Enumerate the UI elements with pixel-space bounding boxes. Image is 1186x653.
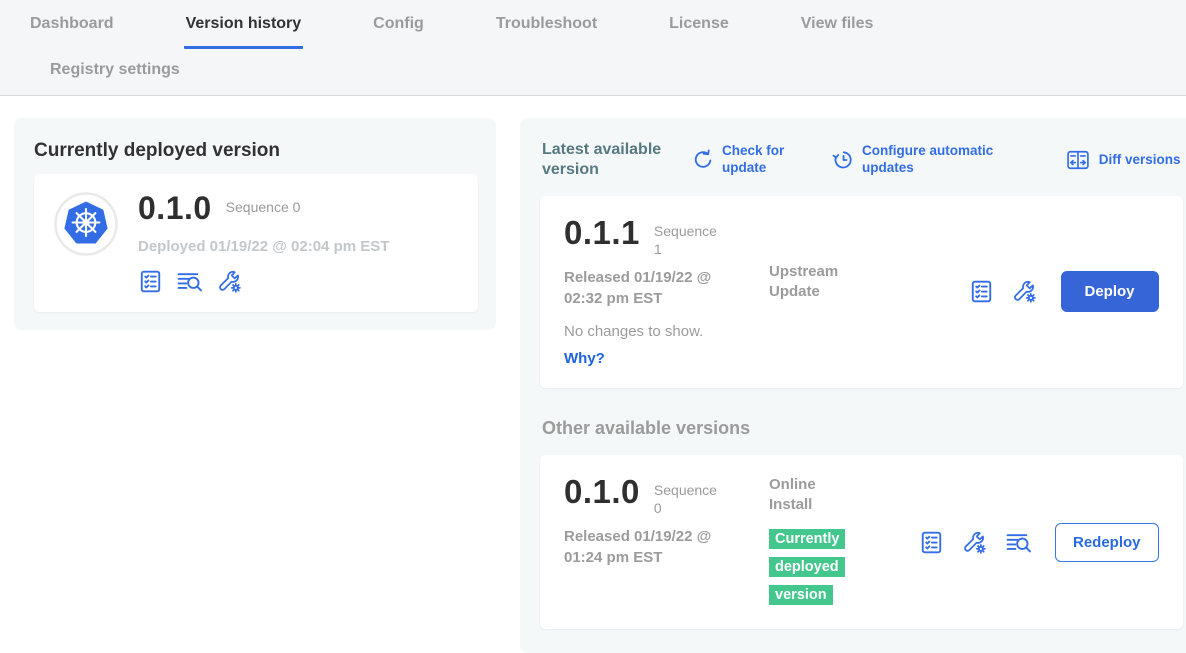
configure-automatic-updates-link[interactable]: Configure automatic updates bbox=[832, 143, 1014, 177]
no-changes-text: No changes to show. bbox=[564, 323, 769, 340]
other-source-column: Online Install Currently deployed versio… bbox=[769, 475, 919, 610]
other-version-actions: Redeploy bbox=[919, 475, 1159, 610]
other-version-number: 0.1.0 bbox=[564, 475, 640, 508]
latest-released-timestamp: Released 01/19/22 @ 02:32 pm EST bbox=[564, 268, 744, 309]
kubernetes-logo-icon bbox=[54, 192, 118, 256]
latest-source-label: Upstream Update bbox=[769, 262, 851, 303]
currently-deployed-panel: Currently deployed version 0.1.0 Sequenc… bbox=[14, 118, 496, 330]
main-content: Currently deployed version 0.1.0 Sequenc… bbox=[0, 96, 1186, 653]
tab-troubleshoot[interactable]: Troubleshoot bbox=[494, 13, 599, 49]
tab-dashboard[interactable]: Dashboard bbox=[28, 13, 116, 49]
latest-version-actions: Deploy bbox=[919, 216, 1159, 368]
diff-versions-link[interactable]: Diff versions bbox=[1065, 149, 1181, 171]
latest-version-info: 0.1.1 Sequence 1 Released 01/19/22 @ 02:… bbox=[564, 216, 769, 368]
deployed-sequence-label: Sequence 0 bbox=[226, 192, 301, 216]
checklist-icon[interactable] bbox=[919, 530, 944, 555]
deployed-version-number: 0.1.0 bbox=[138, 192, 212, 224]
currently-deployed-heading: Currently deployed version bbox=[34, 140, 478, 162]
configure-automatic-updates-label: Configure automatic updates bbox=[862, 143, 1014, 177]
nav-tabs-row-2: Registry settings bbox=[0, 49, 1186, 95]
logs-search-icon[interactable] bbox=[176, 269, 204, 294]
tab-config[interactable]: Config bbox=[371, 13, 426, 49]
checklist-icon[interactable] bbox=[969, 279, 994, 304]
other-sequence-label: Sequence 0 bbox=[654, 475, 722, 517]
other-released-timestamp: Released 01/19/22 @ 01:24 pm EST bbox=[564, 527, 744, 568]
wrench-gear-icon[interactable] bbox=[217, 269, 242, 294]
currently-deployed-badge-wrap: Currently deployed version bbox=[769, 525, 857, 609]
deploy-button[interactable]: Deploy bbox=[1061, 271, 1159, 312]
diff-icon bbox=[1065, 149, 1091, 171]
top-navigation: Dashboard Version history Config Trouble… bbox=[0, 0, 1186, 96]
wrench-gear-icon[interactable] bbox=[962, 530, 987, 555]
redeploy-button[interactable]: Redeploy bbox=[1055, 523, 1159, 562]
deployed-timestamp: Deployed 01/19/22 @ 02:04 pm EST bbox=[138, 238, 389, 255]
check-for-update-link[interactable]: Check for update bbox=[692, 143, 804, 177]
diff-versions-label: Diff versions bbox=[1099, 152, 1181, 169]
deployed-version-info: 0.1.0 Sequence 0 Deployed 01/19/22 @ 02:… bbox=[138, 192, 389, 294]
nav-tabs-row-1: Dashboard Version history Config Trouble… bbox=[0, 13, 1186, 49]
tab-registry-settings[interactable]: Registry settings bbox=[48, 59, 182, 81]
latest-available-header: Latest available version Check for updat… bbox=[540, 138, 1183, 180]
other-version-card: 0.1.0 Sequence 0 Released 01/19/22 @ 01:… bbox=[540, 455, 1183, 630]
other-version-info: 0.1.0 Sequence 0 Released 01/19/22 @ 01:… bbox=[564, 475, 769, 610]
latest-source-column: Upstream Update bbox=[769, 216, 919, 368]
other-source-label: Online Install bbox=[769, 475, 851, 516]
check-for-update-label: Check for update bbox=[722, 143, 804, 177]
latest-available-heading: Latest available version bbox=[542, 140, 692, 180]
tab-version-history[interactable]: Version history bbox=[184, 13, 304, 49]
latest-version-card: 0.1.1 Sequence 1 Released 01/19/22 @ 02:… bbox=[540, 196, 1183, 388]
schedule-update-icon bbox=[832, 149, 854, 171]
currently-deployed-badge: Currently deployed version bbox=[769, 529, 845, 605]
latest-sequence-label: Sequence 1 bbox=[654, 216, 722, 258]
why-link[interactable]: Why? bbox=[564, 350, 605, 367]
logs-search-icon[interactable] bbox=[1005, 530, 1033, 555]
tab-license[interactable]: License bbox=[667, 13, 731, 49]
latest-version-number: 0.1.1 bbox=[564, 216, 640, 249]
tab-view-files[interactable]: View files bbox=[799, 13, 876, 49]
latest-available-panel: Latest available version Check for updat… bbox=[520, 118, 1186, 653]
checklist-icon[interactable] bbox=[138, 269, 163, 294]
other-available-heading: Other available versions bbox=[542, 418, 1183, 439]
refresh-arrow-icon bbox=[692, 149, 714, 171]
currently-deployed-card: 0.1.0 Sequence 0 Deployed 01/19/22 @ 02:… bbox=[34, 174, 478, 312]
wrench-gear-icon[interactable] bbox=[1012, 279, 1037, 304]
